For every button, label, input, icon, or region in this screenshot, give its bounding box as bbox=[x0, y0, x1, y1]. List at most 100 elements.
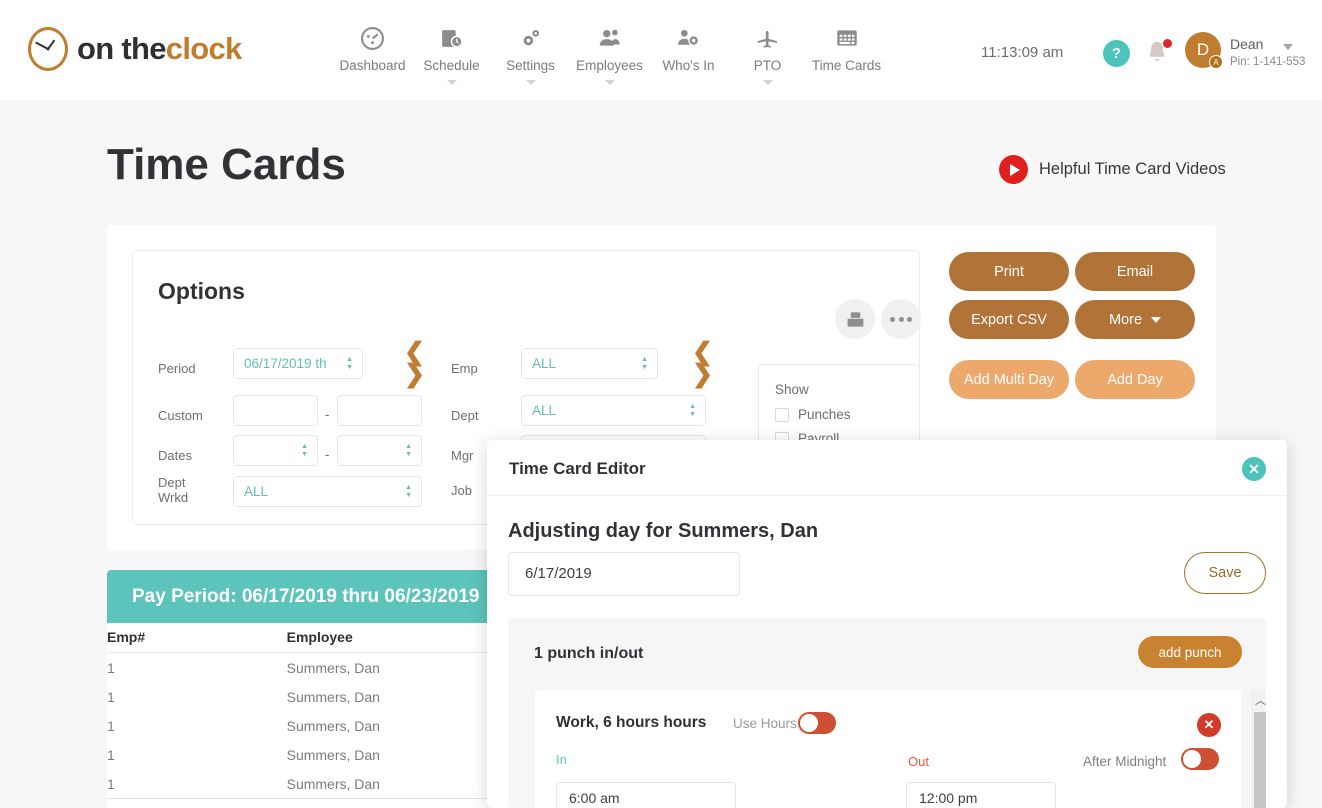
helpful-videos-label: Helpful Time Card Videos bbox=[1039, 160, 1226, 178]
avatar-initial: D bbox=[1196, 40, 1210, 59]
add-punch-button[interactable]: add punch bbox=[1138, 636, 1242, 668]
gears-icon bbox=[518, 24, 543, 52]
nav-item-pto[interactable]: PTO bbox=[728, 24, 807, 85]
subtotal-blank bbox=[107, 798, 287, 808]
cell-emp: 1 bbox=[107, 659, 115, 676]
export-csv-button[interactable]: Export CSV bbox=[949, 300, 1069, 339]
chevron-down-icon bbox=[446, 80, 457, 85]
scrollbar-thumb[interactable] bbox=[1254, 712, 1266, 808]
label-period: Period bbox=[158, 361, 196, 376]
label-dept: Dept bbox=[451, 408, 479, 423]
label-emp: Emp bbox=[451, 361, 478, 376]
period-next-button[interactable]: ❯ bbox=[404, 362, 425, 387]
ellipsis-icon[interactable] bbox=[881, 299, 921, 339]
chevron-down-icon[interactable] bbox=[1283, 44, 1293, 50]
emp-next-button[interactable]: ❯ bbox=[692, 362, 713, 387]
after-midnight-toggle[interactable] bbox=[1181, 748, 1219, 770]
dashboard-icon bbox=[360, 24, 385, 52]
helpful-videos-link[interactable]: Helpful Time Card Videos bbox=[999, 155, 1226, 184]
dept-select[interactable]: ALL ▲ ▼ bbox=[521, 395, 706, 426]
nav-label: Who's In bbox=[662, 58, 715, 73]
main-nav: Dashboard Schedule Settings Employees Wh… bbox=[333, 24, 886, 85]
dept-value: ALL bbox=[532, 403, 557, 418]
nav-label: Time Cards bbox=[811, 58, 882, 73]
emp-select[interactable]: ALL ▲ ▼ bbox=[521, 348, 658, 379]
chevron-down-icon bbox=[525, 80, 536, 85]
nav-item-employees[interactable]: Employees bbox=[570, 24, 649, 85]
notification-bell-icon[interactable] bbox=[1144, 39, 1172, 67]
period-select[interactable]: 06/17/2019 th ▲ ▼ bbox=[233, 348, 363, 379]
person-location-icon bbox=[676, 24, 701, 52]
user-pin: Pin: 1-141-553 bbox=[1230, 56, 1306, 68]
nav-item-whos-in[interactable]: Who's In bbox=[649, 24, 728, 85]
logo-text-part2: clock bbox=[165, 31, 242, 66]
people-icon bbox=[597, 24, 623, 52]
checkbox-label: Punches bbox=[798, 407, 851, 422]
dates-from-select[interactable]: ▲ ▼ bbox=[233, 435, 318, 466]
use-hours-toggle[interactable] bbox=[798, 712, 836, 734]
work-title: Work, 6 hours hours bbox=[556, 714, 707, 731]
custom-to-input[interactable] bbox=[337, 395, 422, 426]
nav-label: Settings bbox=[506, 58, 555, 73]
more-label: More bbox=[1108, 311, 1143, 328]
custom-from-input[interactable] bbox=[233, 395, 318, 426]
col-emp: Emp# bbox=[107, 629, 146, 645]
nav-item-settings[interactable]: Settings bbox=[491, 24, 570, 85]
checkbox-icon[interactable] bbox=[775, 407, 789, 422]
punch-scrollbar[interactable]: ︿ bbox=[1252, 690, 1266, 808]
spinner-icon: ▲ ▼ bbox=[405, 483, 412, 499]
spinner-icon: ▲ ▼ bbox=[346, 355, 353, 371]
help-button[interactable]: ? bbox=[1103, 40, 1130, 67]
dates-to-select[interactable]: ▲ ▼ bbox=[337, 435, 422, 466]
archive-folder-icon[interactable] bbox=[835, 299, 875, 339]
youtube-play-icon bbox=[999, 155, 1028, 184]
nav-label: Employees bbox=[576, 58, 643, 73]
out-time-input[interactable]: 12:00 pm bbox=[906, 782, 1056, 808]
user-name[interactable]: Dean bbox=[1230, 36, 1263, 52]
more-button[interactable]: More bbox=[1075, 300, 1195, 339]
logo[interactable]: on theclock bbox=[28, 27, 242, 71]
nav-item-schedule[interactable]: Schedule bbox=[412, 24, 491, 85]
dept-wrkd-value: ALL bbox=[244, 484, 269, 499]
show-title: Show bbox=[775, 382, 809, 397]
time-card-editor-modal: Time Card Editor ✕ Adjusting day for Sum… bbox=[487, 440, 1287, 808]
in-label: In bbox=[556, 752, 567, 767]
notification-dot bbox=[1163, 39, 1172, 48]
dept-wrkd-select[interactable]: ALL ▲ ▼ bbox=[233, 476, 422, 507]
calendar-clock-icon bbox=[439, 24, 464, 52]
chevron-down-icon bbox=[762, 80, 773, 85]
close-icon[interactable]: ✕ bbox=[1242, 457, 1266, 481]
modal-title: Time Card Editor bbox=[509, 459, 646, 478]
logo-text: on theclock bbox=[77, 31, 242, 67]
scroll-up-icon[interactable]: ︿ bbox=[1255, 692, 1266, 708]
modal-subtitle: Adjusting day for Summers, Dan bbox=[508, 520, 819, 542]
cell-emp: 1 bbox=[107, 746, 115, 763]
punch-section: 1 punch in/out add punch Work, 6 hours h… bbox=[508, 618, 1266, 808]
save-button[interactable]: Save bbox=[1184, 552, 1266, 594]
after-midnight-label: After Midnight bbox=[1083, 754, 1167, 769]
avatar[interactable]: D A bbox=[1185, 32, 1223, 69]
nav-item-dashboard[interactable]: Dashboard bbox=[333, 24, 412, 85]
cell-emp: 1 bbox=[107, 688, 115, 705]
email-button[interactable]: Email bbox=[1075, 252, 1195, 291]
add-multi-day-button[interactable]: Add Multi Day bbox=[949, 360, 1069, 399]
delete-punch-button[interactable]: ✕ bbox=[1197, 713, 1221, 737]
print-button[interactable]: Print bbox=[949, 252, 1069, 291]
dates-dash: - bbox=[325, 447, 330, 462]
in-time-input[interactable]: 6:00 am bbox=[556, 782, 736, 808]
app-root: on theclock Dashboard Schedule Settings … bbox=[0, 0, 1322, 808]
date-field[interactable]: 6/17/2019 bbox=[508, 552, 740, 596]
chevron-down-icon bbox=[1151, 316, 1162, 323]
punch-card: Work, 6 hours hours Use Hours ✕ In Out A… bbox=[535, 690, 1241, 808]
period-value: 06/17/2019 th bbox=[244, 356, 327, 371]
options-title: Options bbox=[158, 278, 245, 304]
spinner-icon: ▲ ▼ bbox=[405, 442, 412, 458]
show-checkbox-punches[interactable]: Punches bbox=[775, 407, 851, 422]
emp-value: ALL bbox=[532, 356, 557, 371]
cell-emp: 1 bbox=[107, 775, 115, 792]
add-day-button[interactable]: Add Day bbox=[1075, 360, 1195, 399]
nav-item-time-cards[interactable]: Time Cards bbox=[807, 24, 886, 85]
airplane-icon bbox=[755, 24, 780, 52]
top-navigation-bar: on theclock Dashboard Schedule Settings … bbox=[0, 0, 1322, 100]
logo-text-part1: on the bbox=[77, 31, 166, 66]
